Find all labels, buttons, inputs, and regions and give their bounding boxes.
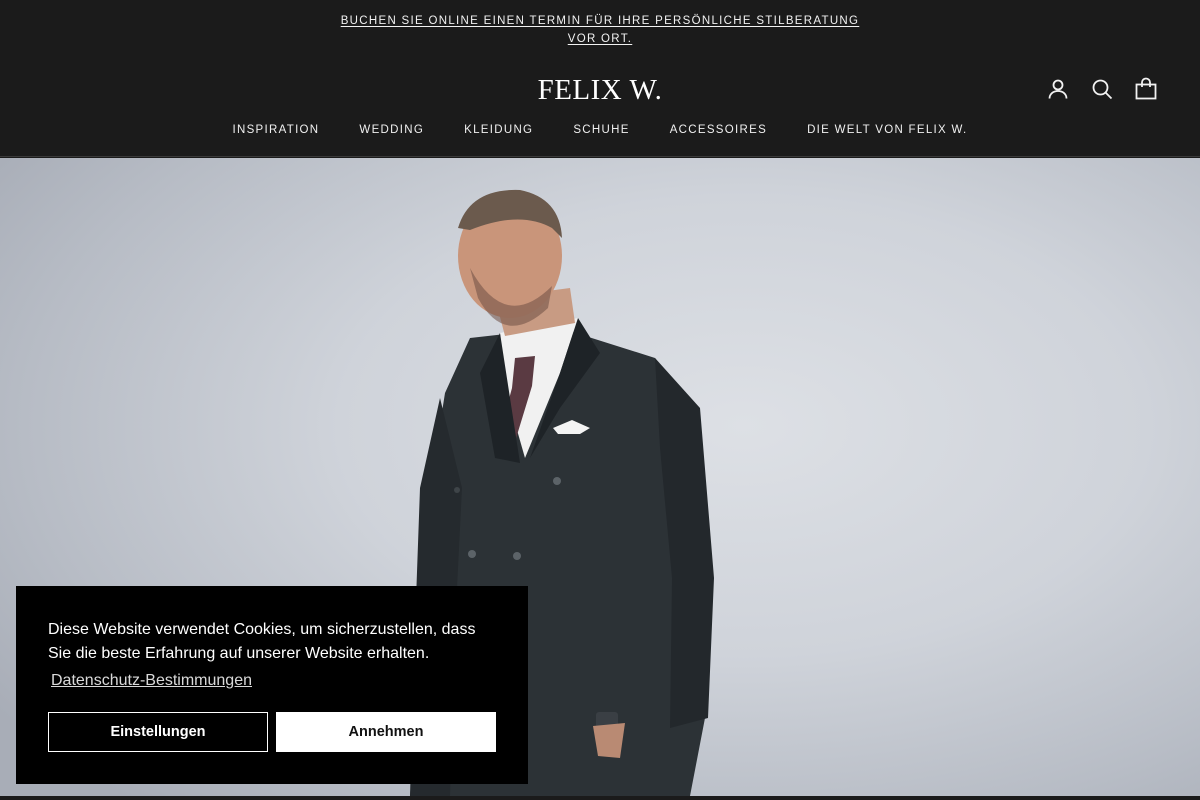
site-header: FELIX W. INSPIRATION WEDDING KLEIDUNG SC… xyxy=(0,56,1200,157)
bottom-strip xyxy=(0,796,1200,800)
account-button[interactable] xyxy=(1040,75,1076,103)
cookie-banner: Diese Website verwendet Cookies, um sich… xyxy=(16,586,528,784)
search-button[interactable] xyxy=(1084,75,1120,103)
account-icon xyxy=(1048,79,1068,99)
main-nav: INSPIRATION WEDDING KLEIDUNG SCHUHE ACCE… xyxy=(0,123,1200,137)
header-icons xyxy=(1040,75,1164,103)
cookie-settings-button[interactable]: Einstellungen xyxy=(48,712,268,752)
announcement-link[interactable]: BUCHEN SIE ONLINE EINEN TERMIN FÜR IHRE … xyxy=(325,12,875,48)
search-icon xyxy=(1092,79,1113,100)
cookie-message: Diese Website verwendet Cookies, um sich… xyxy=(48,621,476,662)
nav-item-accessoires[interactable]: ACCESSOIRES xyxy=(670,123,767,137)
nav-item-kleidung[interactable]: KLEIDUNG xyxy=(464,123,533,137)
cookie-buttons: Einstellungen Annehmen xyxy=(48,712,496,752)
nav-item-wedding[interactable]: WEDDING xyxy=(359,123,424,137)
privacy-policy-link[interactable]: Datenschutz-Bestimmungen xyxy=(51,669,252,693)
site-logo[interactable]: FELIX W. xyxy=(0,73,1200,107)
cookie-accept-button[interactable]: Annehmen xyxy=(276,712,496,752)
cart-button[interactable] xyxy=(1128,75,1164,103)
bag-icon xyxy=(1135,77,1157,100)
nav-item-welt[interactable]: DIE WELT VON FELIX W. xyxy=(807,123,967,137)
nav-item-schuhe[interactable]: SCHUHE xyxy=(573,123,629,137)
nav-item-inspiration[interactable]: INSPIRATION xyxy=(232,123,319,137)
announcement-bar: BUCHEN SIE ONLINE EINEN TERMIN FÜR IHRE … xyxy=(0,0,1200,56)
